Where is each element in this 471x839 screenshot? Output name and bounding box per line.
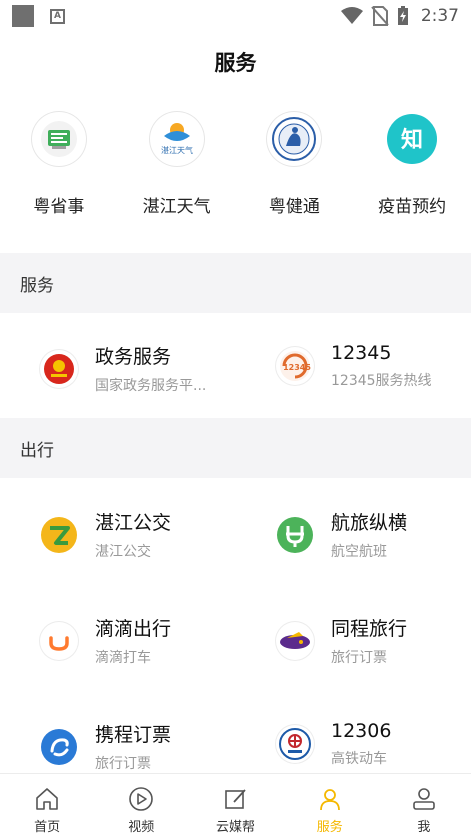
item-subtitle: 国家政务服务平... <box>95 378 207 394</box>
hotline-12345-icon: 12345 <box>276 347 314 385</box>
item-title: 滴滴出行 <box>95 618 172 640</box>
home-icon <box>36 788 58 810</box>
nav-label: 服务 <box>316 820 343 835</box>
list-item-hotline-12345[interactable]: 12345 12345 12345服务热线 <box>276 342 432 390</box>
video-play-icon <box>129 787 154 811</box>
railway-12306-icon <box>276 725 314 763</box>
nav-label: 首页 <box>34 820 61 835</box>
item-title: 12345 <box>331 342 392 364</box>
hotline-icon-text: 12345 <box>283 363 311 372</box>
nav-yunmeibang[interactable]: 云媒帮 <box>188 774 282 839</box>
list-item-hanglv[interactable]: 航旅纵横 航空航班 <box>276 508 407 561</box>
item-subtitle: 航空航班 <box>331 544 387 560</box>
list-item-didi[interactable]: 滴滴出行 滴滴打车 <box>40 614 171 667</box>
status-bar: A 2:37 <box>0 0 471 32</box>
battery-charging-icon <box>397 6 408 25</box>
list-item-zhanjiang-bus[interactable]: 湛江公交 湛江公交 <box>40 508 171 561</box>
item-subtitle: 滴滴打车 <box>95 650 151 666</box>
header: 服务 <box>0 40 471 84</box>
list-item-gov-service[interactable]: 政务服务 国家政务服务平... <box>40 342 206 395</box>
nav-label: 云媒帮 <box>216 820 256 835</box>
list-item-tongcheng[interactable]: 同程旅行 旅行订票 <box>276 614 407 667</box>
gov-service-icon <box>40 349 78 388</box>
nav-service[interactable]: 服务 <box>283 774 377 839</box>
item-title: 12306 <box>331 720 392 742</box>
nav-video[interactable]: 视频 <box>94 774 188 839</box>
profile-icon <box>413 788 435 810</box>
quick-link-label: 粤健通 <box>268 197 320 217</box>
quick-link-label: 湛江天气 <box>142 197 211 217</box>
item-subtitle: 旅行订票 <box>95 756 151 772</box>
vaccine-icon: 知 <box>385 112 440 166</box>
quick-link-label: 粤省事 <box>33 197 85 217</box>
nav-home[interactable]: 首页 <box>0 774 94 839</box>
quick-link-vaccine[interactable]: 知 疫苗预约 <box>353 112 471 232</box>
quick-links: 粤省事 湛江天气 湛江天气 粤健通 知 疫苗预约 <box>0 112 471 232</box>
list-item-ctrip[interactable]: 携程订票 旅行订票 <box>40 720 171 773</box>
item-subtitle: 高铁动车 <box>331 751 387 767</box>
quick-link-yuejiantong[interactable]: 粤健通 <box>236 112 354 232</box>
item-title: 航旅纵横 <box>331 512 408 534</box>
page-title: 服务 <box>214 51 257 75</box>
ctrip-icon <box>40 727 78 766</box>
section-header-service: 服务 <box>0 253 471 313</box>
no-sim-icon <box>371 6 389 26</box>
quick-link-zhanjiang-weather[interactable]: 湛江天气 湛江天气 <box>118 112 236 232</box>
vaccine-icon-text: 知 <box>401 127 423 153</box>
item-title: 湛江公交 <box>95 512 172 534</box>
yuejiantong-icon <box>267 112 322 166</box>
item-title: 携程订票 <box>95 724 172 746</box>
notification-square-icon <box>12 5 34 27</box>
clock: 2:37 <box>420 6 459 26</box>
person-icon <box>319 789 340 811</box>
didi-icon <box>40 621 78 660</box>
edit-icon <box>224 789 246 809</box>
item-title: 同程旅行 <box>331 618 408 640</box>
weather-icon-text: 湛江天气 <box>161 145 193 155</box>
zhanjiang-bus-icon <box>40 515 78 554</box>
item-subtitle: 旅行订票 <box>331 650 387 666</box>
list-item-railway-12306[interactable]: 12306 高铁动车 <box>276 720 391 768</box>
yueshengshi-icon <box>31 112 86 166</box>
nav-label: 我 <box>417 820 431 835</box>
item-subtitle: 12345服务热线 <box>331 373 432 389</box>
quick-link-label: 疫苗预约 <box>378 197 447 217</box>
tongcheng-icon <box>276 621 314 660</box>
section-header-travel: 出行 <box>0 418 471 478</box>
hanglv-icon <box>276 515 314 554</box>
bottom-nav: 首页 视频 云媒帮 服务 我 <box>0 773 471 839</box>
zhanjiang-weather-icon: 湛江天气 <box>149 112 204 166</box>
item-subtitle: 湛江公交 <box>95 544 151 560</box>
item-title: 政务服务 <box>95 346 172 368</box>
wifi-icon <box>340 7 363 24</box>
nav-label: 视频 <box>128 820 155 835</box>
nav-me[interactable]: 我 <box>377 774 471 839</box>
quick-link-yueshengshi[interactable]: 粤省事 <box>0 112 118 232</box>
notification-a-icon: A <box>50 8 65 24</box>
status-icons: 2:37 <box>340 6 459 26</box>
